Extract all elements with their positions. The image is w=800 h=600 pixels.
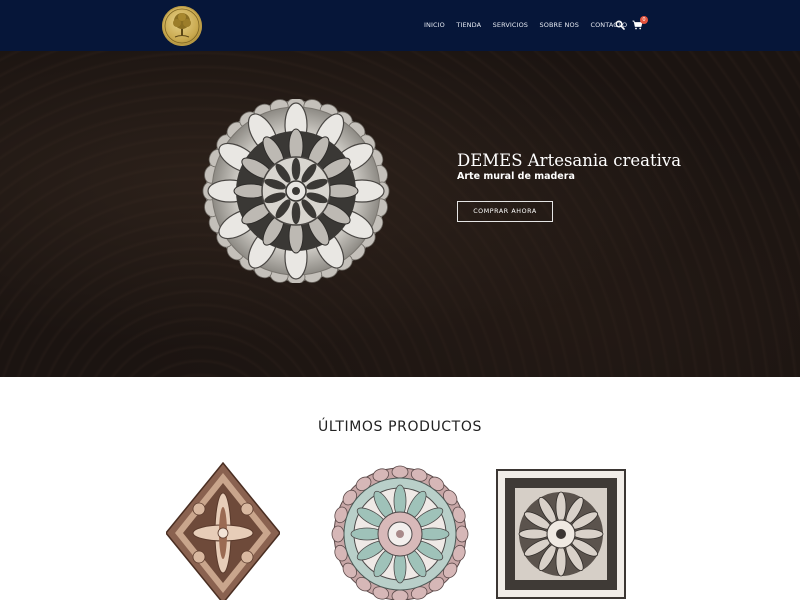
site-header: INICIO TIENDA SERVICIOS SOBRE NOS CONTAC… — [0, 0, 800, 51]
tree-logo-icon — [164, 8, 200, 44]
hero-mandala-image — [202, 99, 390, 283]
search-icon[interactable] — [615, 20, 625, 30]
shop-now-button[interactable]: COMPRAR AHORA — [457, 201, 553, 222]
logo[interactable] — [162, 6, 202, 46]
nav-tienda[interactable]: TIENDA — [456, 21, 481, 29]
latest-products-title: ÚLTIMOS PRODUCTOS — [318, 419, 482, 435]
cart-count-badge: 0 — [640, 16, 648, 24]
product-image-round-mandala[interactable] — [331, 462, 469, 600]
nav-servicios[interactable]: SERVICIOS — [493, 21, 528, 29]
nav-sobre-nos[interactable]: SOBRE NOS — [540, 21, 579, 29]
hero-subtitle: Arte mural de madera — [457, 171, 575, 182]
hero-title: DEMES Artesania creativa — [457, 151, 682, 170]
nav-inicio[interactable]: INICIO — [424, 21, 445, 29]
product-image-square-mandala[interactable] — [495, 468, 627, 600]
hero-banner: DEMES Artesania creativa Arte mural de m… — [0, 51, 800, 377]
product-image-diamond-mandala[interactable] — [166, 462, 280, 600]
main-nav: INICIO TIENDA SERVICIOS SOBRE NOS CONTAC… — [424, 19, 639, 31]
